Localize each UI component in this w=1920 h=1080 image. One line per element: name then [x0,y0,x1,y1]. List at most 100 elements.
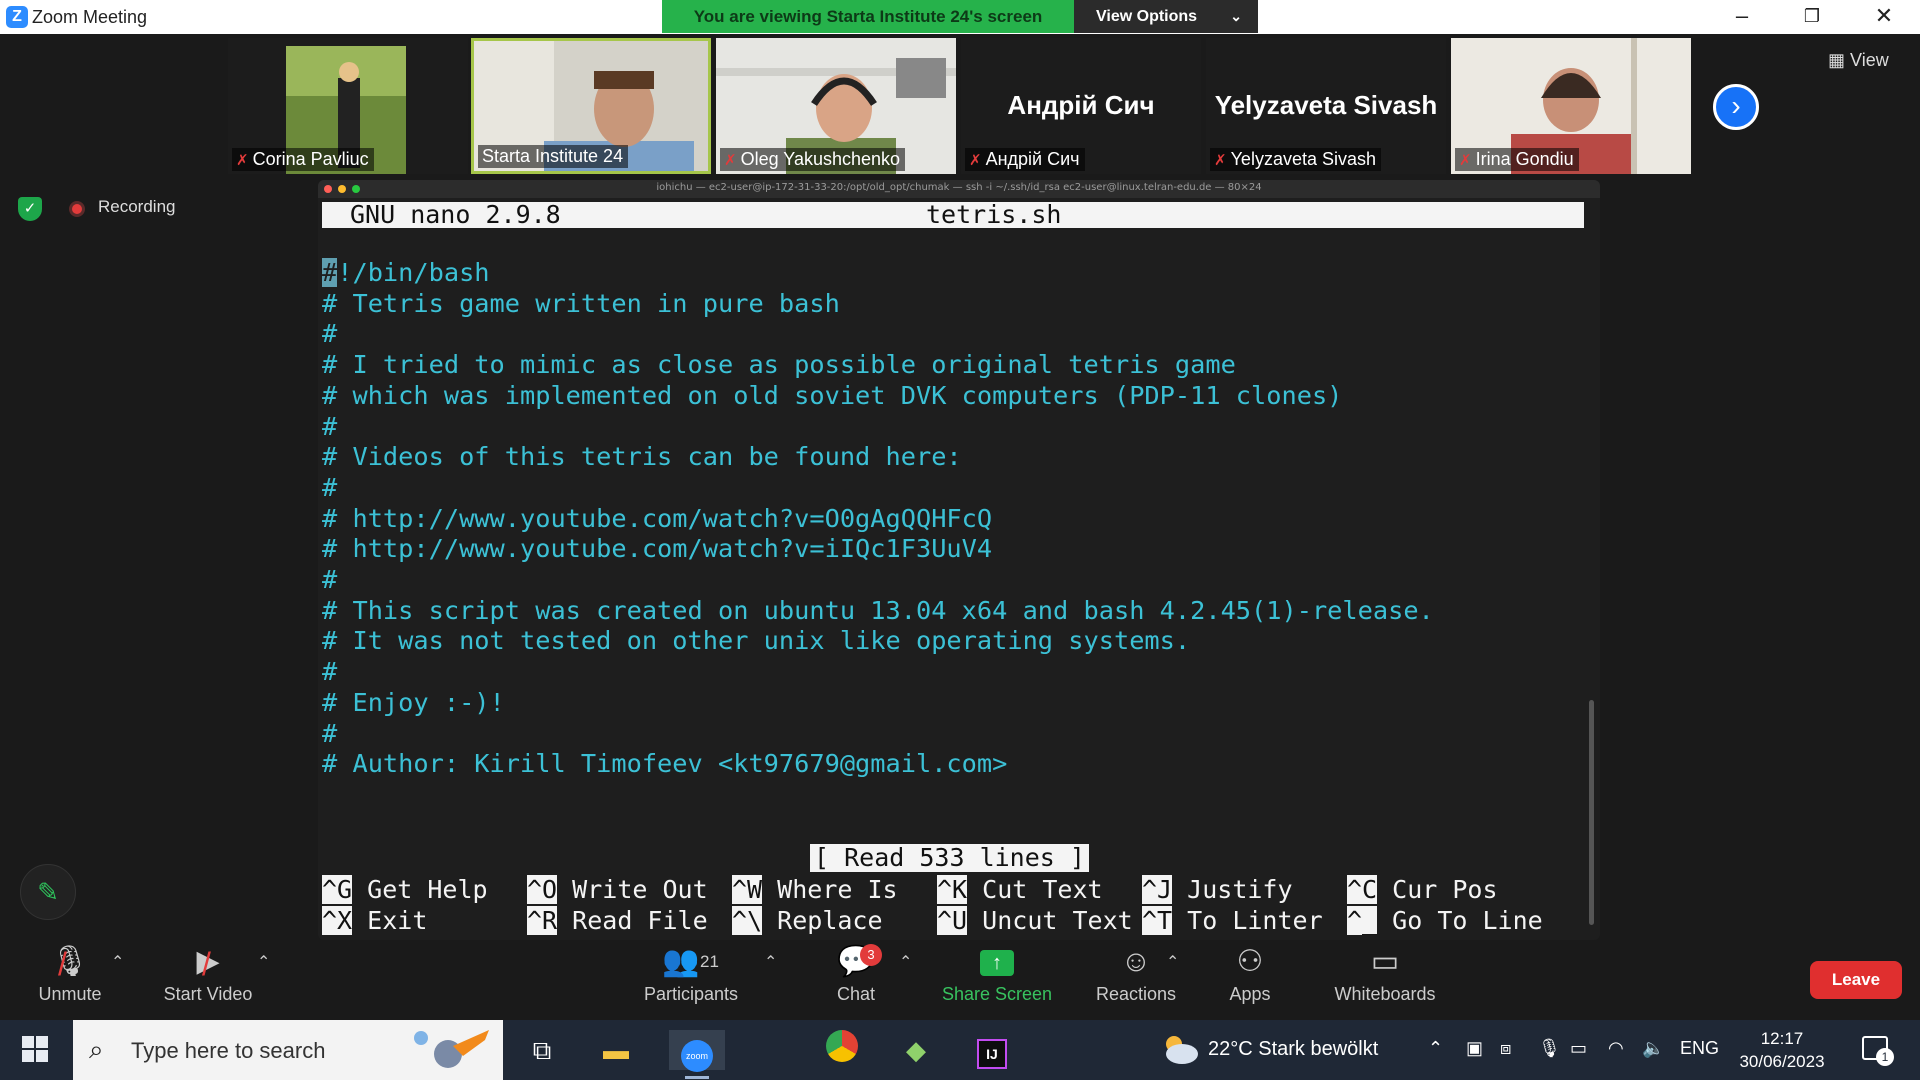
git-client-icon[interactable]: ◆ [896,1030,936,1070]
shortcut-go-to-line: ^_ Go To Line [1347,906,1543,935]
participant-name: ✗ Corina Pavliuc [232,148,374,171]
apps-button[interactable]: ⚇ Apps [1220,940,1280,1020]
weather-text[interactable]: 22°C Stark bewölkt [1208,1038,1378,1061]
unmute-button[interactable]: 🎙 / Unmute [28,940,112,1020]
code-line: # Videos of this tetris can be found her… [322,442,962,472]
participants-button[interactable]: 👥 21 Participants [638,940,744,1020]
code-line: # [322,319,338,349]
nano-version: GNU nano 2.9.8 [350,200,561,229]
code-line: # This script was created on ubuntu 13.0… [322,595,1434,625]
weather-cloud-icon [1166,1036,1198,1064]
muted-mic-icon: ✗ [236,152,249,169]
terminal-title-bar: iohichu — ec2-user@ip-172-31-33-20:/opt/… [318,180,1600,198]
shortcut-get-help: ^G Get Help [322,875,488,904]
shortcut-where-is: ^W Where Is [732,875,898,904]
screen-share-tray-icon[interactable]: ⧈ [1500,1038,1511,1059]
task-view-icon[interactable]: ⧉ [522,1030,562,1070]
shortcut-uncut-text: ^U Uncut Text [937,906,1133,935]
file-explorer-icon[interactable]: ▬ [596,1030,636,1070]
code-line: # [322,411,338,441]
code-line: # [322,657,338,687]
taskbar-search-box[interactable]: ⌕ Type here to search [73,1020,503,1080]
participant-tile[interactable]: Андрій Сич ✗ Андрій Сич [961,38,1201,174]
shortcut-read-file: ^R Read File [527,906,708,935]
terminal-scrollbar[interactable] [1589,700,1594,925]
input-language[interactable]: ENG [1680,1038,1719,1059]
muted-mic-icon: ✗ [969,152,982,169]
show-hidden-icons-icon[interactable]: ⌃ [1428,1038,1443,1059]
view-options-label: View Options [1096,8,1198,25]
muted-mic-icon: ✗ [1214,152,1227,169]
wifi-icon[interactable]: ◠ [1608,1038,1624,1059]
taskbar-clock[interactable]: 12:17 30/06/2023 [1734,1027,1830,1073]
nano-file-name: tetris.sh [926,200,1062,229]
video-off-icon: ▶ / [196,945,220,982]
participant-tile-active[interactable]: Starta Institute 24 [471,38,711,174]
terminal-window-title: iohichu — ec2-user@ip-172-31-33-20:/opt/… [656,182,1262,193]
participant-name: ✗ Oleg Yakushchenko [720,148,906,171]
nano-header: GNU nano 2.9.8 tetris.sh [322,202,1584,228]
participant-tile[interactable]: Yelyzaveta Sivash ✗ Yelyzaveta Sivash [1206,38,1446,174]
code-line: # which was implemented on old soviet DV… [322,380,1343,410]
reactions-options-caret[interactable]: ⌃ [1166,952,1179,972]
shortcut-to-linter: ^T To Linter [1142,906,1323,935]
security-shield-icon[interactable]: ✓ [18,197,42,221]
video-options-caret[interactable]: ⌃ [257,952,270,972]
next-page-button[interactable]: › [1713,84,1759,130]
whiteboards-button[interactable]: ▭ Whiteboards [1326,940,1444,1020]
notifications-icon[interactable]: 1 [1862,1036,1894,1066]
viewing-banner: You are viewing Starta Institute 24's sc… [662,0,1074,33]
participant-name: ✗ Irina Gondiu [1455,148,1579,171]
audio-options-caret[interactable]: ⌃ [111,952,124,972]
participant-name-placeholder: Андрій Сич [1007,90,1155,120]
annotate-pen-button[interactable]: ✎ [20,864,76,920]
share-screen-icon: ↑ [938,940,1056,984]
code-line: # Author: Kirill Timofeev <kt97679@gmail… [322,749,1008,779]
windows-taskbar: ⌕ Type here to search ⧉ ▬ zoom ◆ IJ 22°C… [0,1020,1920,1080]
close-button[interactable]: ✕ [1856,0,1912,34]
view-button[interactable]: ▦ View [1828,50,1889,71]
share-screen-button[interactable]: ↑ Share Screen [938,940,1056,1020]
chat-button[interactable]: 💬 3 Chat [826,940,886,1020]
participant-tile[interactable]: ✗ Corina Pavliuc [228,38,468,174]
participants-options-caret[interactable]: ⌃ [764,952,777,972]
code-line: # Tetris game written in pure bash [322,288,840,318]
code-line: # I tried to mimic as close as possible … [322,350,1236,380]
chat-options-caret[interactable]: ⌃ [899,952,912,972]
battery-icon[interactable]: ▭ [1570,1038,1587,1059]
shortcut-cut-text: ^K Cut Text [937,875,1103,904]
muted-microphone-icon: 🎙 / [50,945,90,982]
leave-button[interactable]: Leave [1810,961,1902,999]
shortcut-justify: ^J Justify [1142,875,1293,904]
windows-start-button[interactable] [22,1036,48,1062]
participant-tile[interactable]: ✗ Oleg Yakushchenko [716,38,956,174]
meet-now-icon[interactable]: ▣ [1466,1038,1483,1059]
zoom-logo-icon: Z [6,6,28,28]
muted-mic-icon: ✗ [724,152,737,169]
shortcut-exit: ^X Exit [322,906,428,935]
microphone-tray-icon[interactable]: 🎙 [1538,1038,1561,1059]
code-line: # [322,472,338,502]
file-content[interactable]: #!/bin/bash # Tetris game written in pure… [322,258,1434,780]
minimize-button[interactable]: – [1714,0,1770,34]
clock-date: 30/06/2023 [1739,1052,1825,1071]
zoom-taskbar-icon[interactable]: zoom [669,1030,725,1072]
participant-name-placeholder: Yelyzaveta Sivash [1214,90,1438,120]
muted-mic-icon: ✗ [1459,152,1472,169]
volume-icon[interactable]: 🔈 [1642,1038,1664,1059]
active-app-indicator [685,1076,709,1079]
chat-unread-badge: 3 [860,944,882,966]
view-options-button[interactable]: View Options ⌄ [1074,0,1258,33]
chrome-icon[interactable] [822,1030,862,1070]
shared-screen-terminal: iohichu — ec2-user@ip-172-31-33-20:/opt/… [318,180,1600,940]
search-placeholder: Type here to search [131,1038,326,1063]
code-line: # http://www.youtube.com/watch?v=O0gAgQQ… [322,503,993,533]
intellij-icon[interactable]: IJ [972,1030,1012,1070]
restore-button[interactable]: ❐ [1784,0,1840,34]
window-title: Zoom Meeting [32,7,148,27]
start-video-button[interactable]: ▶ / Start Video [158,940,258,1020]
participant-tile[interactable]: ✗ Irina Gondiu [1451,38,1691,174]
code-line: # http://www.youtube.com/watch?v=iIQc1F3… [322,534,993,564]
whiteboard-icon: ▭ [1370,945,1400,978]
nano-status-message: [ Read 533 lines ] [810,844,1089,872]
